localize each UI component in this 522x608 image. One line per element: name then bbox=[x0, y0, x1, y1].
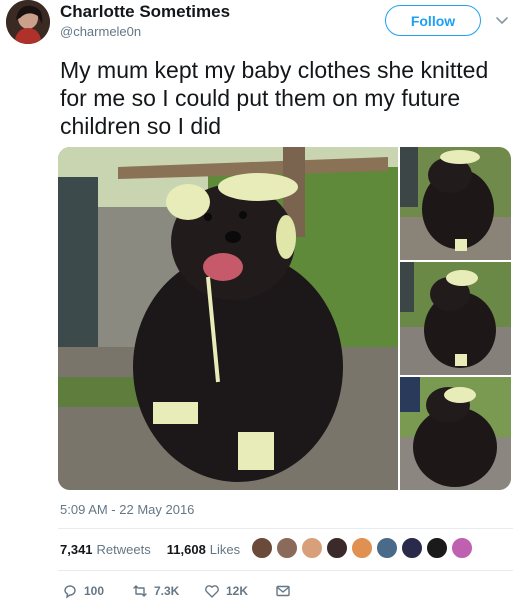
dog-photo-4[interactable] bbox=[400, 377, 511, 490]
tweet-actions: 100 7.3K 12K bbox=[62, 583, 362, 603]
tweet-header: Charlotte Sometimes @charmele0n Follow bbox=[0, 0, 522, 50]
liker-avatar[interactable] bbox=[451, 537, 473, 559]
author-name[interactable]: Charlotte Sometimes bbox=[60, 2, 230, 22]
reply-icon bbox=[64, 585, 76, 599]
dog-photo-2[interactable] bbox=[400, 147, 511, 260]
direct-message-button[interactable] bbox=[275, 583, 291, 599]
author-handle[interactable]: @charmele0n bbox=[60, 24, 141, 39]
liker-avatar[interactable] bbox=[351, 537, 373, 559]
liker-avatar[interactable] bbox=[301, 537, 323, 559]
like-count: 12K bbox=[226, 584, 249, 598]
liker-avatar[interactable] bbox=[376, 537, 398, 559]
tweet-media bbox=[58, 147, 511, 490]
liker-avatar[interactable] bbox=[426, 537, 448, 559]
liker-avatar[interactable] bbox=[326, 537, 348, 559]
like-button[interactable]: 12K bbox=[204, 583, 248, 599]
chevron-down-icon[interactable] bbox=[494, 12, 510, 28]
heart-icon bbox=[205, 585, 219, 598]
retweet-icon bbox=[133, 585, 147, 597]
retweets-label[interactable]: Retweets bbox=[97, 542, 151, 557]
retweet-button[interactable]: 7.3K bbox=[132, 583, 179, 599]
retweet-count: 7.3K bbox=[154, 584, 180, 598]
tweet-timestamp[interactable]: 5:09 AM - 22 May 2016 bbox=[60, 502, 194, 517]
author-avatar[interactable] bbox=[6, 0, 50, 44]
likes-count[interactable]: 11,608 bbox=[167, 542, 206, 557]
reply-count: 100 bbox=[84, 584, 105, 598]
dog-photo-3[interactable] bbox=[400, 262, 511, 375]
envelope-icon bbox=[276, 585, 290, 597]
dog-photo-main[interactable] bbox=[58, 147, 398, 490]
liker-avatar[interactable] bbox=[251, 537, 273, 559]
likes-label[interactable]: Likes bbox=[210, 542, 240, 557]
tweet-stats: 7,341 Retweets 11,608 Likes bbox=[60, 542, 240, 557]
retweets-count[interactable]: 7,341 bbox=[60, 542, 93, 557]
divider bbox=[58, 528, 513, 529]
tweet-text: My mum kept my baby clothes she knitted … bbox=[60, 57, 489, 139]
divider bbox=[58, 570, 513, 571]
liker-avatar[interactable] bbox=[276, 537, 298, 559]
follow-button[interactable]: Follow bbox=[385, 5, 481, 36]
reply-button[interactable]: 100 bbox=[62, 583, 104, 599]
liker-avatars bbox=[248, 537, 473, 559]
liker-avatar[interactable] bbox=[401, 537, 423, 559]
